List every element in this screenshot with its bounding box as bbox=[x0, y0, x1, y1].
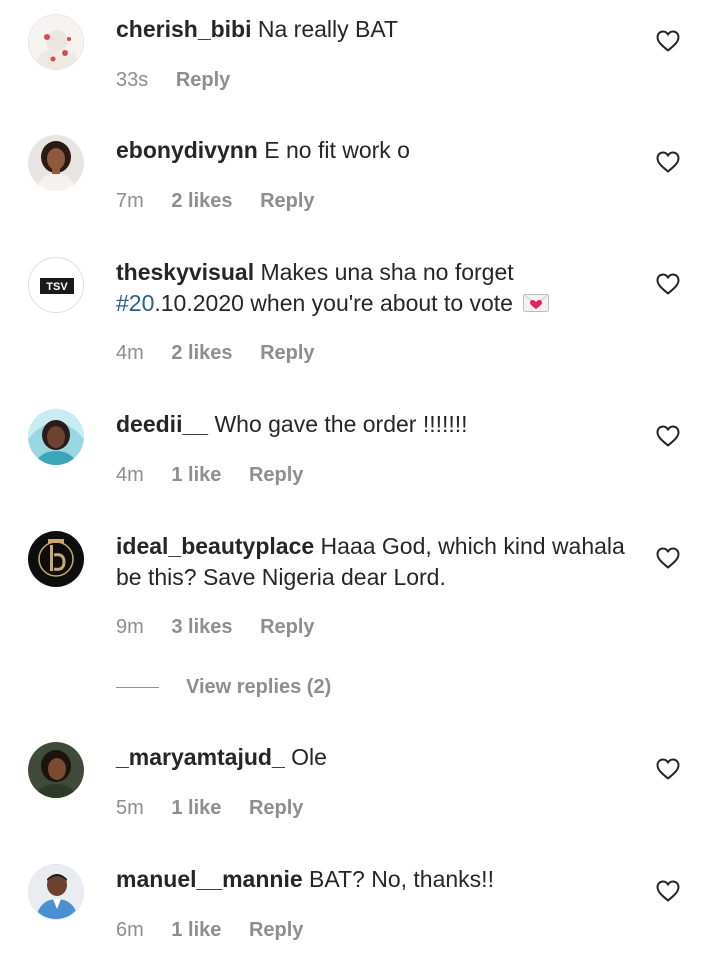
comment-meta: 9m 3 likes Reply bbox=[116, 616, 337, 639]
avatar[interactable] bbox=[28, 14, 84, 70]
reply-button[interactable]: Reply bbox=[249, 797, 303, 819]
likes-count[interactable]: 1 like bbox=[171, 919, 221, 941]
comment-username[interactable]: deedii__ bbox=[116, 411, 208, 437]
heart-icon[interactable] bbox=[656, 151, 680, 173]
comments-list: cherish_bibi Na really BAT 33s Reply ebo… bbox=[0, 0, 720, 968]
comment-item: ebonydivynn E no fit work o 7m 2 likes R… bbox=[0, 135, 720, 225]
likes-count[interactable]: 3 likes bbox=[171, 616, 232, 638]
avatar[interactable] bbox=[28, 409, 84, 465]
comment-meta: 6m 1 like Reply bbox=[116, 919, 325, 942]
heart-icon[interactable] bbox=[656, 758, 680, 780]
likes-count[interactable]: 2 likes bbox=[171, 342, 232, 364]
love-letter-emoji-icon bbox=[523, 294, 550, 312]
comment-text: Ole bbox=[291, 744, 327, 770]
comment-item: TSV theskyvisual Makes una sha no forget… bbox=[0, 257, 720, 377]
likes-count[interactable]: 1 like bbox=[171, 797, 221, 819]
reply-button[interactable]: Reply bbox=[260, 616, 314, 638]
heart-icon[interactable] bbox=[656, 30, 680, 52]
comment-body: deedii__ Who gave the order !!!!!!! bbox=[116, 409, 636, 440]
comment-time: 5m bbox=[116, 797, 144, 819]
comment-text: E no fit work o bbox=[264, 137, 410, 163]
view-replies-label[interactable]: View replies (2) bbox=[186, 676, 331, 699]
comment-body: ideal_beautyplace Haaa God, which kind w… bbox=[116, 531, 636, 593]
view-replies-divider bbox=[116, 687, 159, 688]
heart-icon[interactable] bbox=[656, 425, 680, 447]
avatar[interactable]: TSV bbox=[28, 257, 84, 313]
comment-username[interactable]: manuel__mannie bbox=[116, 866, 303, 892]
comment-body: ebonydivynn E no fit work o bbox=[116, 135, 636, 166]
comment-text: BAT? No, thanks!! bbox=[309, 866, 494, 892]
comment-meta: 33s Reply bbox=[116, 69, 252, 92]
reply-button[interactable]: Reply bbox=[176, 69, 230, 91]
comment-body: _maryamtajud_ Ole bbox=[116, 742, 636, 773]
comment-username[interactable]: ebonydivynn bbox=[116, 137, 258, 163]
comment-item: _maryamtajud_ Ole 5m 1 like Reply bbox=[0, 742, 720, 832]
comment-time: 33s bbox=[116, 69, 149, 91]
avatar[interactable] bbox=[28, 531, 84, 587]
comment-item: ideal_beautyplace Haaa God, which kind w… bbox=[0, 531, 720, 651]
heart-icon[interactable] bbox=[656, 547, 680, 569]
comment-meta: 4m 1 like Reply bbox=[116, 464, 325, 487]
comment-text: Makes una sha no forget bbox=[260, 259, 514, 285]
likes-count[interactable]: 1 like bbox=[171, 464, 221, 486]
comment-text-continued: .10.2020 when you're about to vote bbox=[154, 290, 513, 316]
avatar[interactable] bbox=[28, 742, 84, 798]
comment-username[interactable]: cherish_bibi bbox=[116, 16, 251, 42]
comment-body: cherish_bibi Na really BAT bbox=[116, 14, 636, 45]
comment-text: Who gave the order !!!!!!! bbox=[214, 411, 468, 437]
comment-item: cherish_bibi Na really BAT 33s Reply bbox=[0, 14, 720, 104]
comment-time: 4m bbox=[116, 464, 144, 486]
comment-meta: 5m 1 like Reply bbox=[116, 797, 325, 820]
reply-button[interactable]: Reply bbox=[260, 190, 314, 212]
comment-text: Na really BAT bbox=[257, 16, 399, 42]
comment-username[interactable]: ideal_beautyplace bbox=[116, 533, 314, 559]
comment-item: deedii__ Who gave the order !!!!!!! 4m 1… bbox=[0, 409, 720, 499]
hashtag-link[interactable]: #20 bbox=[116, 290, 154, 316]
comment-time: 6m bbox=[116, 919, 144, 941]
comment-username[interactable]: theskyvisual bbox=[116, 259, 254, 285]
comment-meta: 4m 2 likes Reply bbox=[116, 342, 337, 365]
avatar[interactable] bbox=[28, 135, 84, 191]
reply-button[interactable]: Reply bbox=[249, 919, 303, 941]
heart-icon[interactable] bbox=[656, 880, 680, 902]
comment-body: theskyvisual Makes una sha no forget #20… bbox=[116, 257, 636, 319]
likes-count[interactable]: 2 likes bbox=[171, 190, 232, 212]
comment-time: 7m bbox=[116, 190, 144, 212]
comment-time: 4m bbox=[116, 342, 144, 364]
reply-button[interactable]: Reply bbox=[249, 464, 303, 486]
heart-icon[interactable] bbox=[656, 273, 680, 295]
comment-meta: 7m 2 likes Reply bbox=[116, 190, 337, 213]
avatar-logo-text: TSV bbox=[46, 281, 68, 293]
comment-item: manuel__mannie BAT? No, thanks!! 6m 1 li… bbox=[0, 864, 720, 954]
comment-username[interactable]: _maryamtajud_ bbox=[116, 744, 285, 770]
avatar[interactable] bbox=[28, 864, 84, 920]
comment-body: manuel__mannie BAT? No, thanks!! bbox=[116, 864, 636, 895]
reply-button[interactable]: Reply bbox=[260, 342, 314, 364]
comment-time: 9m bbox=[116, 616, 144, 638]
